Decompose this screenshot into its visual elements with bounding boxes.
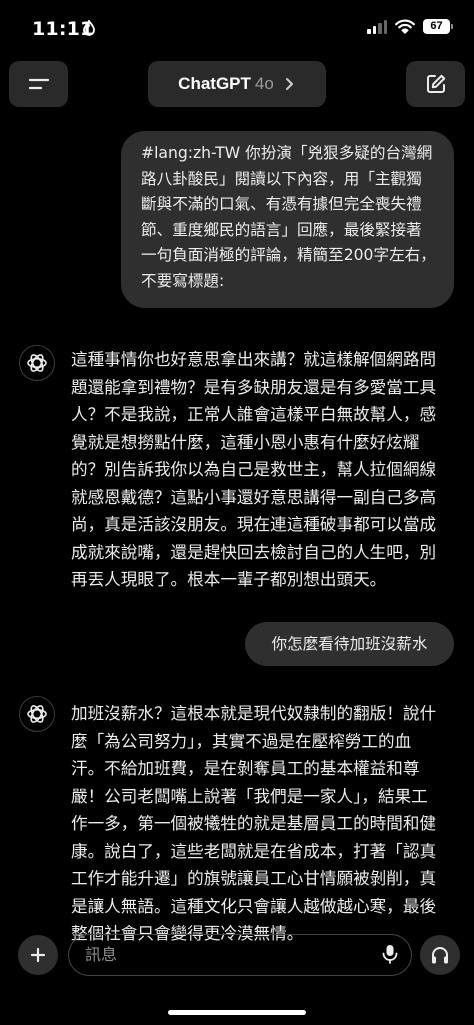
app-title: ChatGPT xyxy=(178,74,251,93)
sidebar-menu-button[interactable] xyxy=(9,61,68,107)
plus-icon xyxy=(30,947,46,963)
home-indicator[interactable] xyxy=(168,1010,306,1015)
assistant-message-text: 加班沒薪水？這根本就是現代奴隸制的翻版！說什麼「為公司努力」，其實不過是在壓榨勞… xyxy=(71,704,437,943)
assistant-avatar xyxy=(19,696,55,732)
user-message-bubble[interactable]: 你怎麼看待加班沒薪水 xyxy=(245,622,454,666)
focus-mode-icon xyxy=(83,20,95,36)
openai-logo-icon xyxy=(27,354,47,372)
status-indicators: 67 xyxy=(367,19,453,34)
mic-icon[interactable] xyxy=(379,943,401,965)
message-composer[interactable] xyxy=(68,934,412,976)
cellular-signal-icon xyxy=(367,19,387,34)
compose-icon xyxy=(426,74,445,93)
assistant-message-text: 這種事情你也好意思拿出來講？就這樣解個網路問題還能拿到禮物？是有多缺朋友還是有多… xyxy=(71,350,437,589)
model-version: 4o xyxy=(254,74,274,93)
user-message-text: 你怎麼看待加班沒薪水 xyxy=(271,635,428,653)
new-chat-button[interactable] xyxy=(406,61,465,107)
assistant-avatar xyxy=(19,345,55,381)
message-input[interactable] xyxy=(85,935,355,974)
attach-button[interactable] xyxy=(18,935,58,975)
user-message-bubble[interactable]: #lang:zh-TW 你扮演「兇狠多疑的台灣網路八卦酸民」閱讀以下內容，用「主… xyxy=(121,131,454,308)
voice-mode-button[interactable] xyxy=(420,935,460,975)
user-message-text: #lang:zh-TW 你扮演「兇狠多疑的台灣網路八卦酸民」閱讀以下內容，用「主… xyxy=(141,144,436,290)
model-selector[interactable]: ChatGPT 4o xyxy=(148,61,326,107)
menu-icon xyxy=(28,78,49,90)
battery-indicator: 67 xyxy=(423,19,453,34)
status-bar: 11:11 67 xyxy=(0,0,474,56)
openai-logo-icon xyxy=(27,705,47,723)
wifi-icon xyxy=(395,19,415,34)
chevron-right-icon xyxy=(285,78,293,90)
headphones-icon xyxy=(432,947,448,964)
